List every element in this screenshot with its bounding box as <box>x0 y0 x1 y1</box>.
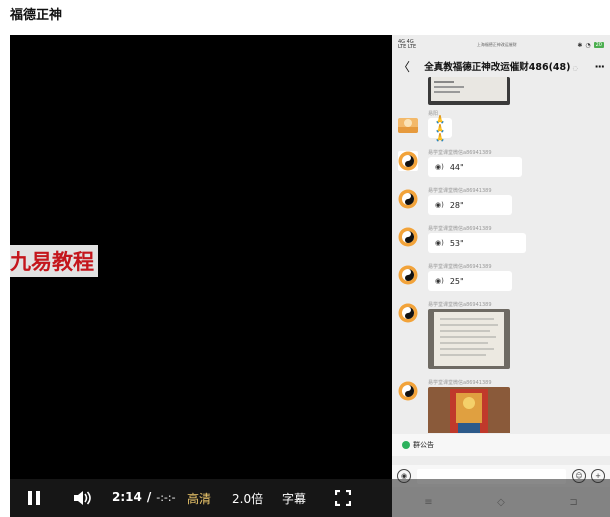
player-controls: 2:14/-:-:- 高清 2.0倍 字幕 <box>10 479 610 517</box>
sender-name: 易学堂课堂微信a86941389 <box>428 380 492 386</box>
text-bubble[interactable]: 🙏🙏🙏 <box>428 115 452 142</box>
speed-button[interactable]: 2.0倍 <box>232 490 263 507</box>
group-notice-bar[interactable]: 群公告 <box>392 434 610 456</box>
signal-indicator: 4G 4G LTE LTE <box>398 39 417 50</box>
voice-icon: ◉) <box>435 239 444 247</box>
avatar[interactable] <box>398 381 418 401</box>
video-player[interactable]: 九易教程 4G 4G LTE LTE 上海福德正神改运催财 ✱ ◔ 20 〈 全… <box>10 35 610 517</box>
sender-name: 易学堂课堂微信a86941389 <box>428 226 492 232</box>
subtitle-button[interactable]: 字幕 <box>282 490 306 507</box>
pause-icon[interactable] <box>28 491 40 505</box>
voice-bubble[interactable]: ◉) 53" <box>428 233 526 253</box>
message-list[interactable]: 易阳 🙏🙏🙏 易学堂课堂微信a86941389 ◉) 44" 易学堂课堂微信a86… <box>392 77 610 433</box>
quality-button[interactable]: 高清 <box>187 490 211 507</box>
voice-icon: ◉) <box>435 163 444 171</box>
sender-name: 易学堂课堂微信a86941389 <box>428 302 492 308</box>
bell-off-icon: ◌ <box>572 65 578 72</box>
avatar[interactable] <box>398 303 418 323</box>
duration: -:-:- <box>156 491 176 504</box>
avatar[interactable] <box>398 265 418 285</box>
voice-bubble[interactable]: ◉) 44" <box>428 157 522 177</box>
watermark: 九易教程 <box>10 245 98 277</box>
time-display: 2:14/-:-:- <box>112 490 176 504</box>
image-message[interactable] <box>428 309 510 369</box>
avatar[interactable] <box>398 151 418 171</box>
back-icon[interactable]: 〈 <box>398 58 412 75</box>
bluetooth-icon: ✱ <box>577 41 583 49</box>
notice-icon <box>402 441 410 449</box>
avatar[interactable] <box>398 118 418 133</box>
sender-name: 易学堂课堂微信a86941389 <box>428 188 492 194</box>
fullscreen-icon[interactable] <box>334 489 352 509</box>
group-notice-label: 群公告 <box>413 441 434 449</box>
voice-icon: ◉) <box>435 277 444 285</box>
battery-icon: 20 <box>593 42 604 48</box>
page-title: 福德正神 <box>10 8 63 23</box>
current-time: 2:14 <box>112 490 142 504</box>
status-center: 上海福德正神改运催财 <box>476 42 517 47</box>
chat-title: 全真教福德正神改运催财486(48) ◌ <box>424 62 578 73</box>
voice-bubble[interactable]: ◉) 28" <box>428 195 512 215</box>
avatar[interactable] <box>398 227 418 247</box>
sender-name: 易学堂课堂微信a86941389 <box>428 264 492 270</box>
sender-name: 易学堂课堂微信a86941389 <box>428 150 492 156</box>
chat-header: 〈 全真教福德正神改运催财486(48) ◌ ··· <box>392 55 610 77</box>
voice-icon: ◉) <box>435 201 444 209</box>
phone-screen: 4G 4G LTE LTE 上海福德正神改运催财 ✱ ◔ 20 〈 全真教福德正… <box>392 35 610 517</box>
volume-icon[interactable] <box>72 489 92 510</box>
image-message[interactable] <box>428 387 510 433</box>
wifi-icon: ◔ <box>585 41 591 49</box>
image-message[interactable] <box>428 77 510 105</box>
status-bar: 4G 4G LTE LTE 上海福德正神改运催财 ✱ ◔ 20 <box>392 35 610 55</box>
avatar[interactable] <box>398 189 418 209</box>
voice-bubble[interactable]: ◉) 25" <box>428 271 512 291</box>
more-icon[interactable]: ··· <box>590 60 605 73</box>
